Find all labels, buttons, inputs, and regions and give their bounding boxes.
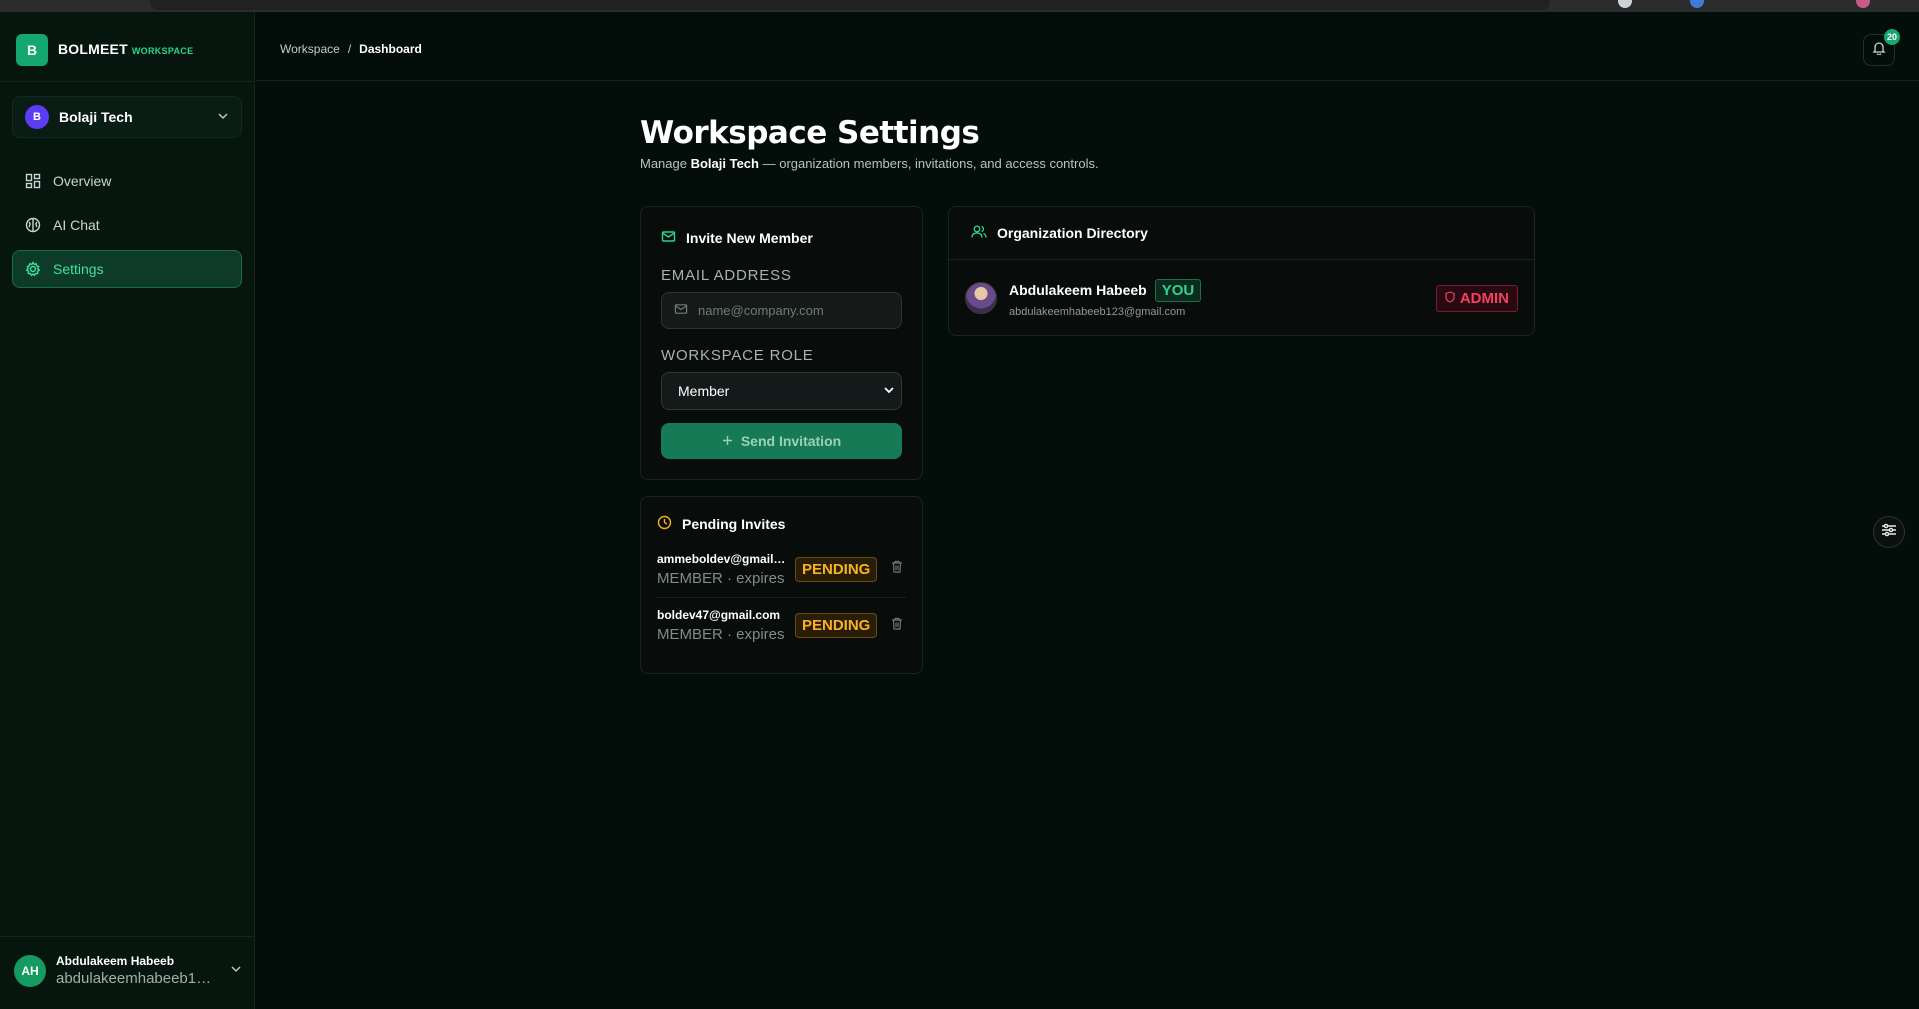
status-badge: PENDING <box>795 613 878 638</box>
table-row: Abdulakeem Habeeb YOU abdulakeemhabeeb12… <box>949 260 1534 336</box>
page-title: Workspace Settings <box>640 115 980 151</box>
chevron-down-icon <box>217 110 229 125</box>
gear-icon <box>25 261 41 277</box>
organization-directory-card: Organization Directory Abdulakeem Habeeb… <box>948 206 1535 336</box>
brand-logo: B <box>16 34 48 66</box>
role-select[interactable]: Member <box>661 372 902 410</box>
role-badge: ADMIN <box>1435 284 1518 312</box>
subtitle-org: Bolaji Tech <box>690 156 759 171</box>
org-name: Bolaji Tech <box>59 109 133 125</box>
notification-count-badge: 20 <box>1883 29 1900 45</box>
org-switcher[interactable]: B Bolaji Tech <box>12 96 242 138</box>
you-badge: YOU <box>1154 278 1202 302</box>
divider <box>0 81 255 82</box>
sidebar-item-settings[interactable]: Settings <box>12 250 242 288</box>
org-avatar: B <box>25 105 49 129</box>
subtitle-prefix: Manage <box>640 156 691 171</box>
sidebar-item-label: AI Chat <box>53 217 100 233</box>
email-placeholder: name@company.com <box>698 303 824 318</box>
avatar <box>965 282 997 314</box>
mail-icon <box>661 229 676 247</box>
browser-profile-icon <box>1856 0 1870 8</box>
member-name: Abdulakeem Habeeb <box>1009 282 1147 298</box>
user-name: Abdulakeem Habeeb <box>56 954 175 968</box>
pending-invites-card: Pending Invites ammeboldev@gmail.com MEM… <box>640 496 923 674</box>
breadcrumb-separator: / <box>347 42 352 56</box>
directory-title: Organization Directory <box>997 225 1148 241</box>
user-email: abdulakeemhabeeb123@gmail.com <box>56 970 216 987</box>
avatar: AH <box>14 954 46 987</box>
role-value: Member <box>678 383 730 399</box>
browser-strip <box>0 0 1919 12</box>
floating-tools-button[interactable] <box>1873 516 1905 548</box>
browser-extension-icon <box>1690 0 1704 8</box>
plus-icon <box>722 433 733 449</box>
trash-icon[interactable] <box>891 560 903 578</box>
sidebar: B BOLMEET WORKSPACE B Bolaji Tech Overvie… <box>0 12 255 1009</box>
browser-extension-icon <box>1618 0 1632 8</box>
shield-icon <box>1445 290 1455 307</box>
breadcrumb: Workspace / Dashboard <box>280 42 422 56</box>
mail-icon <box>674 302 688 319</box>
sidebar-item-label: Settings <box>53 261 104 277</box>
breadcrumb-workspace[interactable]: Workspace <box>280 42 340 56</box>
status-badge: PENDING <box>795 556 878 582</box>
invite-email: boldev47@gmail.com <box>657 608 781 622</box>
trash-icon[interactable] <box>891 617 903 635</box>
divider <box>0 936 255 937</box>
chevron-down-icon <box>883 383 895 399</box>
invite-email: ammeboldev@gmail.com <box>657 551 787 566</box>
user-menu[interactable]: AH Abdulakeem Habeeb abdulakeemhabeeb123… <box>14 954 242 987</box>
invite-meta: MEMBER · expires <box>657 569 785 587</box>
sidebar-item-overview[interactable]: Overview <box>12 162 242 200</box>
card-title: Invite New Member <box>661 229 902 247</box>
role-label: ADMIN <box>1459 289 1509 307</box>
email-field[interactable]: name@company.com <box>661 292 902 329</box>
sidebar-item-label: Overview <box>53 173 112 189</box>
breadcrumb-current: Dashboard <box>359 42 422 56</box>
grid-icon <box>25 173 41 189</box>
filter-icon <box>1881 523 1897 542</box>
brain-icon <box>25 217 41 233</box>
brand-sub: WORKSPACE <box>131 46 194 56</box>
member-email: abdulakeemhabeeb123@gmail.com <box>1009 305 1186 318</box>
sidebar-nav: Overview AI Chat Settings <box>12 162 242 294</box>
send-invitation-button[interactable]: Send Invitation <box>661 423 902 459</box>
card-title: Organization Directory <box>971 224 1148 242</box>
card-title: Pending Invites <box>657 515 906 533</box>
card-header: Organization Directory <box>949 207 1534 260</box>
bell-icon <box>1872 41 1886 60</box>
role-label: WORKSPACE ROLE <box>661 347 814 364</box>
email-label: EMAIL ADDRESS <box>661 267 792 284</box>
clock-icon <box>657 515 672 533</box>
subtitle-suffix: — organization members, invitations, and… <box>758 156 1099 171</box>
invite-member-card: Invite New Member EMAIL ADDRESS name@com… <box>640 206 923 480</box>
page-subtitle: Manage Bolaji Tech — organization member… <box>640 156 1099 171</box>
users-icon <box>971 224 987 242</box>
browser-url-bar <box>150 0 1550 10</box>
brand-name: BOLMEET <box>58 41 128 57</box>
notifications-button[interactable]: 20 <box>1863 29 1900 66</box>
invite-title: Invite New Member <box>686 230 813 246</box>
list-item: boldev47@gmail.com MEMBER · expires PEND… <box>657 597 906 653</box>
list-item: ammeboldev@gmail.com MEMBER · expires PE… <box>657 541 906 597</box>
chevron-down-icon <box>230 963 242 978</box>
top-header: Workspace / Dashboard 20 <box>256 12 1919 81</box>
brand[interactable]: B BOLMEET WORKSPACE <box>16 34 193 66</box>
sidebar-item-ai-chat[interactable]: AI Chat <box>12 206 242 244</box>
send-label: Send Invitation <box>740 433 842 449</box>
invite-meta: MEMBER · expires <box>657 626 785 643</box>
pending-title: Pending Invites <box>682 516 786 532</box>
